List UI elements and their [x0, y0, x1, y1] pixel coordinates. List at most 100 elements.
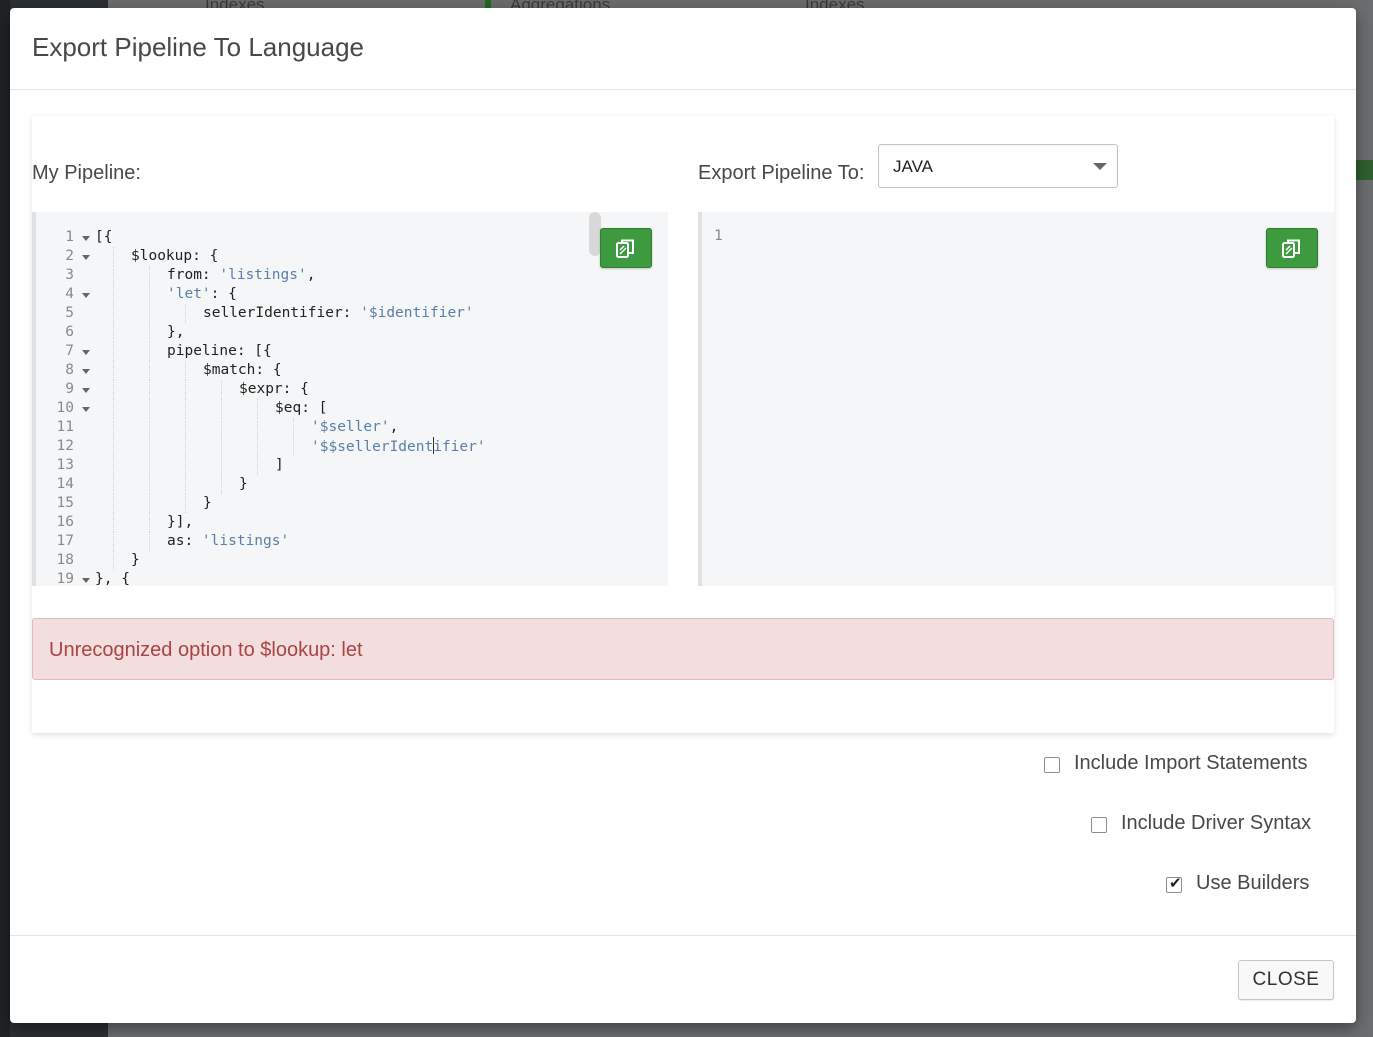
- code-line: 7 pipeline: [{: [36, 342, 576, 361]
- indent-guide: [293, 437, 294, 456]
- indent-guide: [257, 399, 258, 418]
- indent-guide: [149, 380, 150, 399]
- indent-guide: [221, 475, 222, 494]
- indent-guide: [113, 304, 114, 323]
- fold-toggle-icon[interactable]: [82, 350, 90, 355]
- code-token: ,: [389, 419, 399, 435]
- code-line: 3 from: 'listings',: [36, 266, 576, 285]
- copy-exported-code-button[interactable]: [1266, 228, 1318, 268]
- use-builders-checkbox[interactable]: ✔: [1166, 875, 1182, 893]
- code-token: as:: [167, 533, 202, 549]
- code-token: $lookup: {: [131, 248, 219, 264]
- indent-guide: [185, 437, 186, 456]
- fold-toggle-icon[interactable]: [82, 255, 90, 260]
- fold-toggle-icon[interactable]: [82, 407, 90, 412]
- indent-guide: [149, 532, 150, 551]
- fold-toggle-icon[interactable]: [82, 236, 90, 241]
- indent-guide: [149, 513, 150, 532]
- indent-guide: [149, 399, 150, 418]
- indent-guide: [113, 494, 114, 513]
- export-panel: My Pipeline: Export Pipeline To: JAVA 1 […: [32, 116, 1334, 733]
- indent-guide: [113, 361, 114, 380]
- code-text: sellerIdentifier: '$identifier': [203, 304, 474, 323]
- close-button[interactable]: CLOSE: [1238, 960, 1334, 1000]
- indent-guide: [113, 532, 114, 551]
- code-token: from:: [167, 267, 220, 283]
- indent-guide: [257, 456, 258, 475]
- indent-guide: [113, 399, 114, 418]
- export-to-label: Export Pipeline To:: [698, 162, 865, 184]
- code-token: ,: [306, 267, 316, 283]
- line-number: 13: [56, 457, 74, 473]
- export-pipeline-modal: Export Pipeline To Language My Pipeline:…: [10, 8, 1356, 1023]
- line-number: 19: [56, 571, 74, 586]
- copy-icon: [616, 239, 634, 258]
- indent-guide: [185, 456, 186, 475]
- checkmark-icon: ✔: [1169, 875, 1182, 892]
- error-message: Unrecognized option to $lookup: let: [49, 639, 363, 661]
- code-token: }, {: [95, 571, 130, 586]
- indent-guide: [113, 342, 114, 361]
- code-line: 9 $expr: {: [36, 380, 576, 399]
- language-select-value: JAVA: [893, 157, 933, 176]
- line-number: 11: [56, 419, 74, 435]
- code-token: [{: [95, 229, 113, 245]
- include-import-statements-label[interactable]: Include Import Statements: [1074, 752, 1307, 775]
- fold-toggle-icon[interactable]: [82, 388, 90, 393]
- code-text: as: 'listings': [167, 532, 289, 551]
- copy-pipeline-button[interactable]: [600, 228, 652, 268]
- indent-guide: [185, 304, 186, 323]
- code-line: 5 sellerIdentifier: '$identifier': [36, 304, 576, 323]
- indent-guide: [185, 380, 186, 399]
- option-include-driver-syntax[interactable]: Include Driver Syntax: [1091, 811, 1334, 839]
- indent-guide: [221, 456, 222, 475]
- indent-guide: [185, 361, 186, 380]
- code-text: [{: [95, 228, 112, 247]
- fold-toggle-icon[interactable]: [82, 578, 90, 583]
- background-right-pane: [1356, 0, 1373, 1037]
- background-left-edge: [0, 0, 10, 1037]
- indent-guide: [149, 304, 150, 323]
- option-use-builders[interactable]: ✔ Use Builders: [1166, 871, 1334, 899]
- include-import-statements-checkbox[interactable]: [1044, 757, 1060, 773]
- line-number: 10: [56, 400, 74, 416]
- option-include-import-statements[interactable]: Include Import Statements: [1044, 751, 1334, 779]
- code-token: $expr: {: [239, 381, 309, 397]
- indent-guide: [149, 266, 150, 285]
- code-token: ]: [275, 457, 284, 473]
- code-text: from: 'listings',: [167, 266, 315, 285]
- code-line: 2 $lookup: {: [36, 247, 576, 266]
- code-string: '$identifier': [360, 305, 474, 321]
- code-line: 18}: [36, 551, 576, 570]
- chevron-down-icon: [1093, 163, 1107, 170]
- code-token: $eq: [: [275, 400, 328, 416]
- code-text: }, {: [95, 570, 130, 586]
- copy-icon: [1282, 239, 1300, 258]
- line-number: 4: [65, 286, 74, 302]
- indent-guide: [293, 418, 294, 437]
- line-number: 16: [56, 514, 74, 530]
- code-token: }: [239, 476, 248, 492]
- code-line: 17 as: 'listings': [36, 532, 576, 551]
- code-text: }: [203, 494, 212, 513]
- include-driver-syntax-checkbox[interactable]: [1091, 817, 1107, 833]
- pipeline-editor[interactable]: 1 [{2 $lookup: {3 from: 'listings', 4 'let': …: [32, 212, 668, 586]
- indent-guide: [185, 399, 186, 418]
- indent-guide: [149, 361, 150, 380]
- background-active-tab-marker: [485, 0, 491, 8]
- indent-guide: [149, 418, 150, 437]
- background-green-button: [1356, 160, 1373, 180]
- line-number: 3: [65, 267, 74, 283]
- code-line: 14}: [36, 475, 576, 494]
- exported-code-editor[interactable]: 1: [698, 212, 1334, 586]
- fold-toggle-icon[interactable]: [82, 293, 90, 298]
- line-number: 18: [56, 552, 74, 568]
- fold-toggle-icon[interactable]: [82, 369, 90, 374]
- code-line: 6},: [36, 323, 576, 342]
- use-builders-label[interactable]: Use Builders: [1196, 872, 1309, 895]
- language-select[interactable]: JAVA: [878, 144, 1118, 188]
- indent-guide: [149, 323, 150, 342]
- code-text: ]: [275, 456, 284, 475]
- code-line: 15}: [36, 494, 576, 513]
- include-driver-syntax-label[interactable]: Include Driver Syntax: [1121, 812, 1311, 835]
